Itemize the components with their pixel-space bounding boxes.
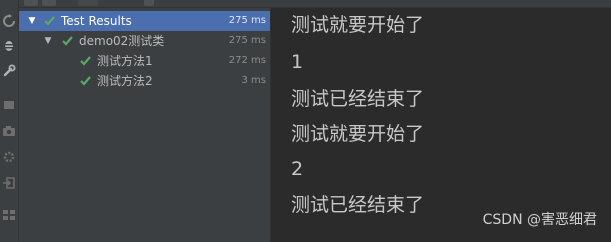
camera-icon[interactable] (2, 124, 16, 138)
toolbar-button[interactable] (144, 0, 154, 6)
toolbar-button[interactable] (42, 0, 56, 6)
layout-icon[interactable] (2, 208, 16, 222)
console-line: 测试就要开始了 (291, 123, 425, 145)
toolbar-button[interactable] (24, 0, 38, 6)
tree-row-test-method[interactable]: 测试方法1 272 ms (19, 51, 270, 71)
tree-row-test-class[interactable]: ▼ demo02测试类 275 ms (19, 31, 270, 51)
console-line: 测试已经结束了 (291, 88, 425, 110)
tool-window-sidebar (0, 0, 19, 242)
stop-icon[interactable] (2, 98, 16, 112)
tree-row-label: 测试方法2 (97, 74, 153, 88)
chevron-down-icon[interactable]: ▼ (27, 14, 37, 28)
toolbar-strip (18, 0, 611, 8)
tree-row-duration: 3 ms (241, 75, 267, 86)
tree-row-test-method[interactable]: 测试方法2 3 ms (19, 71, 270, 91)
toolbar-button[interactable] (78, 0, 98, 6)
check-icon (62, 36, 73, 46)
watermark-text: CSDN @害恶细君 (482, 212, 597, 228)
login-icon[interactable] (2, 176, 16, 190)
check-icon (80, 56, 91, 66)
console-line: 测试已经结束了 (291, 194, 425, 216)
tree-row-duration: 275 ms (228, 35, 266, 46)
check-icon (44, 16, 55, 26)
test-results-tree: ▼ Test Results 275 ms ▼ demo02测试类 275 ms… (19, 8, 271, 242)
chevron-down-icon[interactable]: ▼ (43, 34, 53, 48)
debug-icon[interactable] (2, 38, 16, 52)
console-line: 测试就要开始了 (291, 14, 425, 36)
tree-row-label: demo02测试类 (79, 34, 165, 48)
tree-row-duration: 275 ms (228, 15, 266, 26)
wrench-icon[interactable] (2, 64, 16, 78)
console-line: 1 (291, 51, 304, 73)
rerun-icon[interactable] (2, 14, 16, 28)
tree-row-label: Test Results (61, 14, 132, 28)
check-icon (80, 76, 91, 86)
console-line: 2 (291, 158, 304, 180)
settings-icon[interactable] (2, 150, 16, 164)
tree-row-label: 测试方法1 (97, 54, 153, 68)
tree-row-duration: 272 ms (228, 55, 266, 66)
console-output[interactable]: 测试就要开始了 1 测试已经结束了 测试就要开始了 2 测试已经结束了 (271, 8, 611, 242)
tree-row-test-results[interactable]: ▼ Test Results 275 ms (19, 11, 270, 31)
